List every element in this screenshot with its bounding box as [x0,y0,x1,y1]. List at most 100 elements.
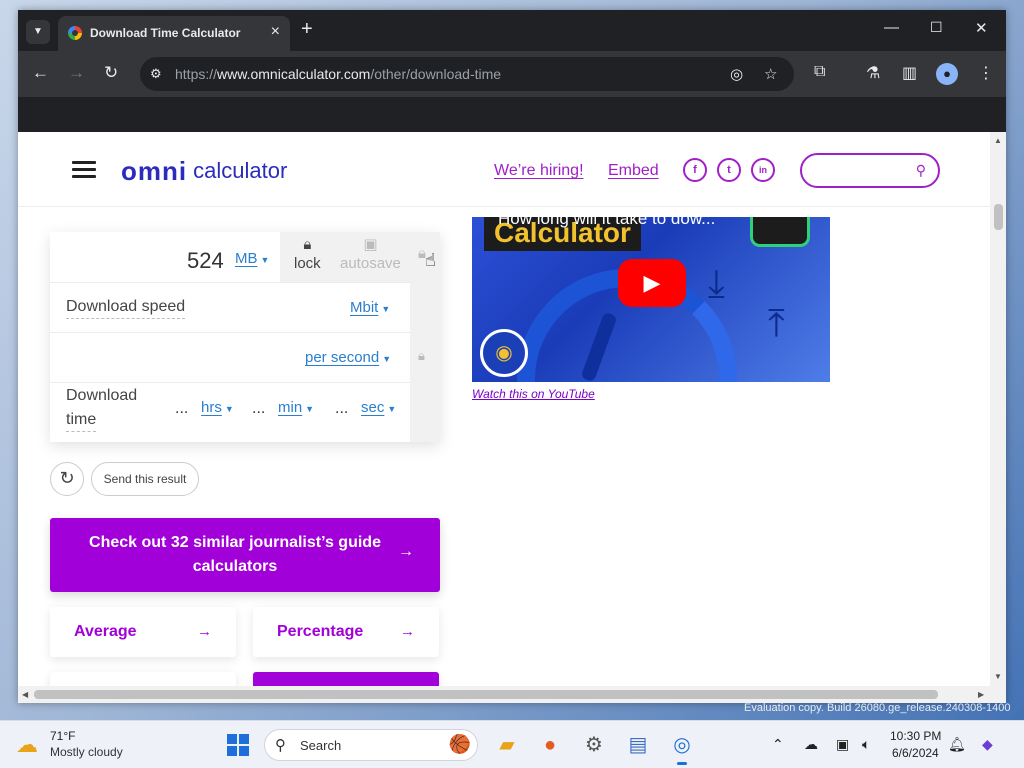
embed-link[interactable]: Embed [608,162,659,180]
lock-toggle[interactable]: 🔒︎ lock [294,235,321,272]
copilot-icon[interactable]: ◆ [982,736,993,753]
new-tab-button[interactable]: + [301,18,313,41]
weather-cloud-icon[interactable]: ☁ [16,732,38,758]
calculator-card: 524 MB ▼ 🔒︎ lock ▣ autosave 🔒︎ ☝ Downloa… [50,232,440,442]
hamburger-menu-icon[interactable] [72,161,96,179]
search-icon: ⚲ [275,737,286,754]
tab-search-button[interactable]: ▼ [26,20,50,44]
horizontal-scrollbar[interactable]: ◀ ▶ [18,686,1006,703]
tray-overflow-icon[interactable]: ⌃ [772,736,784,753]
row-divider [50,282,440,283]
favicon-icon [68,26,82,40]
category-card-partial[interactable] [50,672,236,686]
category-card-partial[interactable] [253,672,439,686]
file-size-unit-select[interactable]: MB ▼ [235,250,269,267]
onedrive-icon[interactable]: ☁ [804,736,818,753]
clock-time[interactable]: 10:30 PM [890,729,941,743]
omni-logo[interactable]: omni calculator [121,156,287,186]
facebook-icon[interactable]: f [683,158,707,182]
download-time-label-line2: time [66,411,97,432]
watch-on-youtube-link[interactable]: Watch this on YouTube [472,387,595,401]
close-window-button[interactable]: ✕ [975,19,988,37]
speed-lock-icon[interactable]: 🔒︎ [418,348,425,364]
file-explorer-icon[interactable]: ▰ [493,731,521,759]
promo-label: Check out 32 similar journalist’s guide … [89,534,381,575]
hiring-link[interactable]: We’re hiring! [494,162,584,180]
scroll-thumb[interactable] [34,690,938,699]
similar-calculators-button[interactable]: Check out 32 similar journalist’s guide … [50,518,440,592]
reload-button[interactable]: ↻ [104,63,118,83]
chrome-icon[interactable]: ◎ [668,731,696,765]
notification-bell-icon[interactable]: 🔔︎ [948,736,966,753]
category-card-average[interactable]: Average → [50,607,236,657]
clock-date[interactable]: 6/6/2024 [892,746,939,760]
autosave-toggle[interactable]: ▣ autosave [340,235,401,272]
volume-icon[interactable]: 🔈︎ [862,736,870,753]
extensions-icon[interactable]: ⧉ [814,63,825,81]
lock-panel: 🔒︎ lock ▣ autosave 🔒︎ [280,232,440,282]
settings-gear-icon[interactable]: ⚙ [580,731,608,759]
minutes-value[interactable]: ... [252,400,265,418]
network-app-icon[interactable]: ▤ [624,731,652,759]
scroll-down-icon[interactable]: ▼ [994,672,1002,681]
download-speed-unit-select[interactable]: Mbit ▼ [350,299,390,316]
menu-kebab-icon[interactable]: ⋮ [978,63,994,83]
send-result-button[interactable]: Send this result [91,462,199,496]
bookmark-star-icon[interactable]: ☆ [764,65,777,83]
firefox-icon[interactable]: ● [536,731,564,759]
tab-close-icon[interactable]: × [271,23,280,41]
forward-button[interactable]: → [68,63,85,83]
weather-temperature[interactable]: 71°F [50,729,75,743]
scroll-thumb[interactable] [994,204,1003,230]
browser-toolbar: ← → ↻ ⚙ https://www.omnicalculator.com/o… [18,51,1006,97]
category-label: Percentage [277,623,364,640]
video-caption: How long will it take to dow... Calculat… [484,217,715,251]
file-size-row: 524 MB ▼ 🔒︎ lock ▣ autosave 🔒︎ ☝ [50,232,440,282]
download-speed-label: Download speed [66,298,186,319]
evaluation-watermark: Evaluation copy. Build 26080.ge_release.… [744,702,1011,714]
hours-value[interactable]: ... [175,400,188,418]
profile-avatar-icon[interactable]: ● [936,63,958,85]
scroll-left-icon[interactable]: ◀ [22,690,28,699]
network-icon[interactable]: ▣ [836,736,849,753]
side-panel-icon[interactable]: ▥ [902,63,917,83]
youtube-video-embed[interactable]: How long will it take to dow... Calculat… [472,217,830,382]
logo-mark: omni [121,155,188,186]
site-search-input[interactable]: ⚲ [800,153,940,188]
tab-active[interactable]: Download Time Calculator × [58,16,290,51]
start-button[interactable] [227,734,249,756]
linkedin-icon[interactable]: in [751,158,775,182]
file-size-value[interactable]: 524 [187,248,224,274]
weather-description[interactable]: Mostly cloudy [50,745,123,759]
vertical-scrollbar[interactable]: ▲ ▼ [990,132,1006,686]
category-card-percentage[interactable]: Percentage → [253,607,439,657]
seconds-value[interactable]: ... [335,400,348,418]
arrow-right-icon: → [197,623,212,640]
address-bar[interactable]: ⚙ https://www.omnicalculator.com/other/d… [140,57,794,91]
twitter-icon[interactable]: t [717,158,741,182]
minimize-button[interactable]: — [884,19,899,36]
taskbar-search[interactable]: ⚲ Search 🏀 [264,729,478,761]
back-button[interactable]: ← [32,63,49,83]
browser-spacer-bar [18,97,1006,132]
labs-flask-icon[interactable]: ⚗ [866,63,880,83]
arrow-right-icon: → [398,543,414,560]
thumbnail-badge [750,217,810,247]
scroll-right-icon[interactable]: ▶ [978,690,984,699]
play-button-icon[interactable]: ▶ [618,259,686,307]
hand-cursor-icon: ☝ [425,250,436,270]
seconds-unit-select[interactable]: sec ▼ [361,399,396,416]
per-unit-select[interactable]: per second ▼ [305,349,391,366]
search-icon[interactable]: ⚲ [916,162,926,179]
hours-unit-select[interactable]: hrs ▼ [201,399,234,416]
eye-off-icon[interactable]: ◎ [730,65,743,83]
arrow-right-icon: → [400,623,415,640]
minutes-unit-select[interactable]: min ▼ [278,399,314,416]
reset-calculator-button[interactable]: ↻ [50,462,84,496]
scroll-up-icon[interactable]: ▲ [994,136,1002,145]
maximize-button[interactable]: ☐ [930,19,943,36]
category-label: Average [74,623,137,640]
download-time-label-line1: Download [66,387,138,404]
site-info-icon[interactable]: ⚙ [150,66,162,82]
row-divider [50,382,410,383]
